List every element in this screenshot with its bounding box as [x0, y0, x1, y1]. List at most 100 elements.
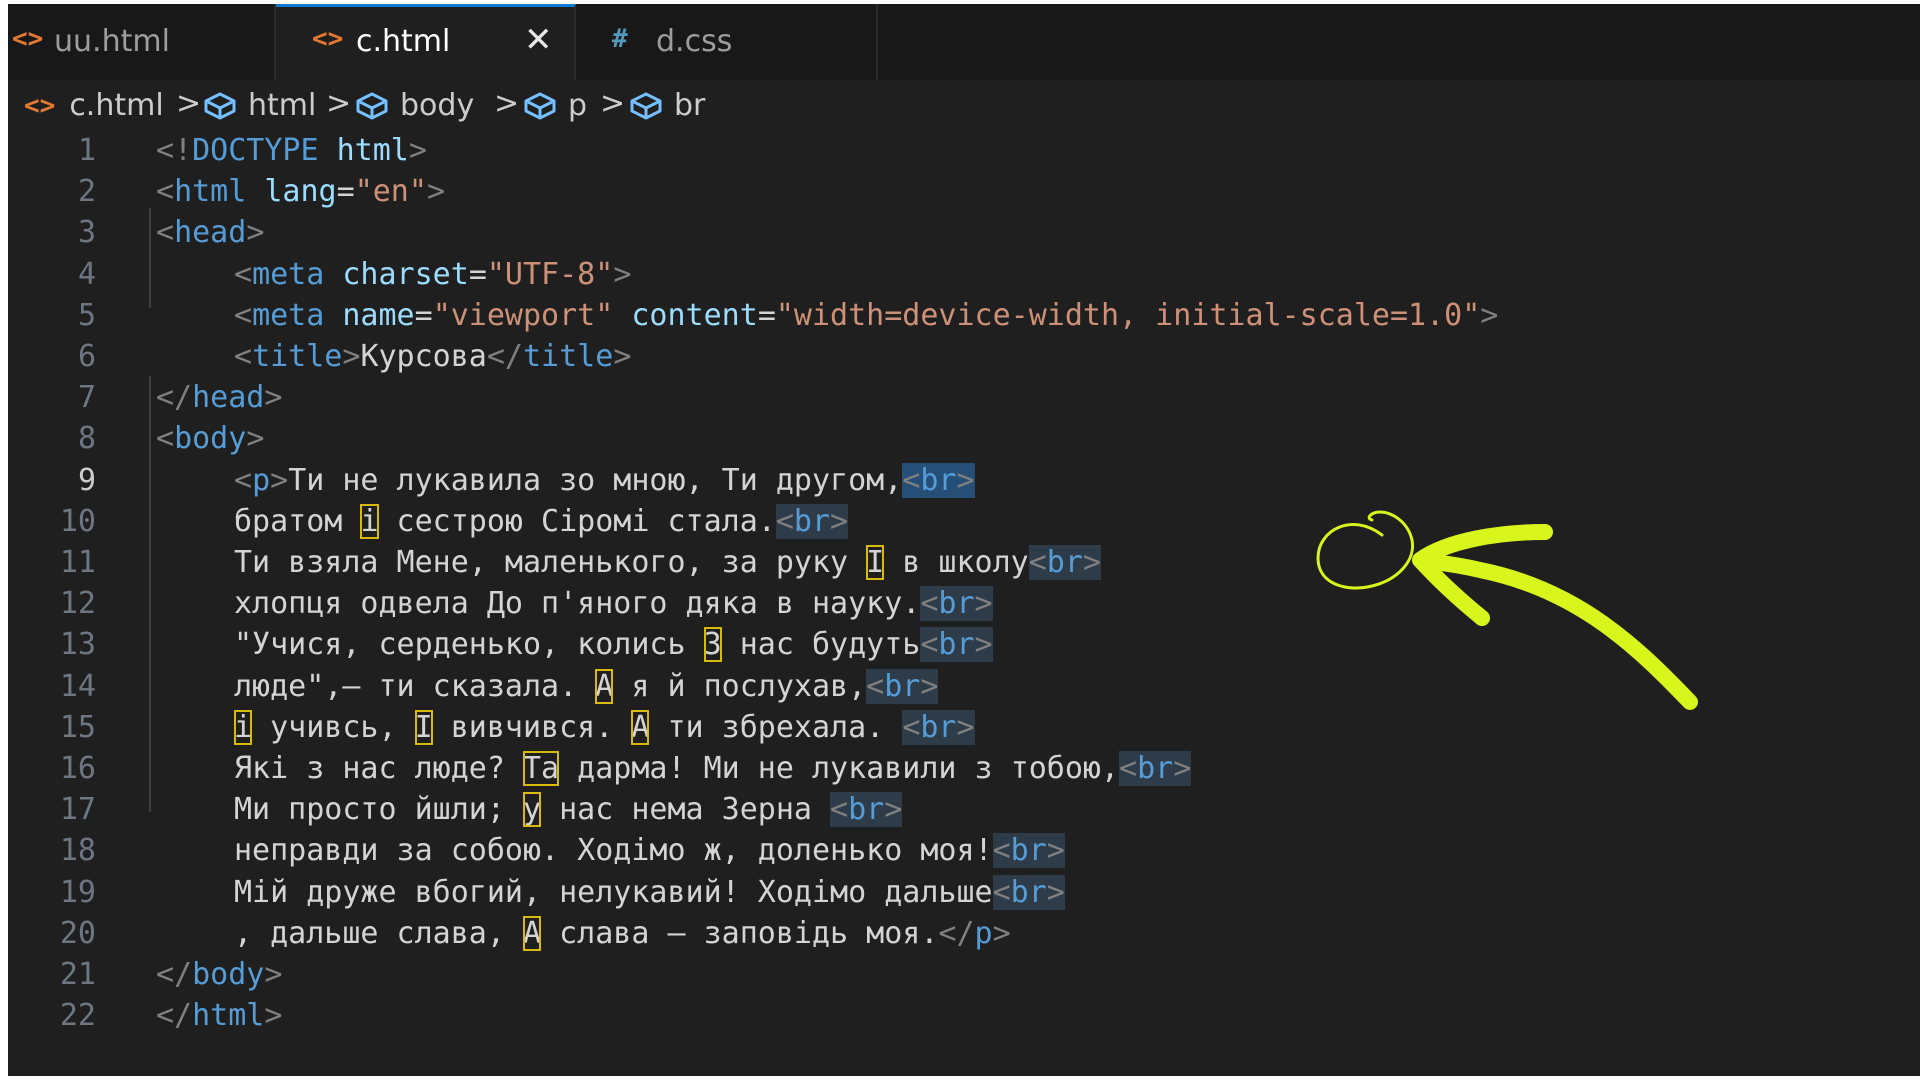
code-token: Ти взяла Мене, маленького, за руку [234, 545, 867, 580]
breadcrumb-separator: > [326, 86, 352, 121]
code-text: </body> [156, 954, 282, 995]
code-token: дарма! Ми не лукавили з тобою, [559, 751, 1120, 786]
code-token: = [757, 297, 776, 333]
code-line[interactable]: 4 <meta charset="UTF-8"> [8, 254, 1920, 295]
code-line[interactable]: 12 хлопця одвела До п'яного дяка в науку.… [8, 583, 1920, 624]
code-token: неправди за собою. Ходімо ж, доленько мо… [234, 833, 993, 869]
code-line[interactable]: 13 "Учися, серденько, колись З нас будуть… [8, 624, 1920, 665]
code-line[interactable]: 7 </head> [8, 377, 1920, 418]
code-token: > [264, 998, 283, 1034]
element-cube-icon [356, 92, 388, 119]
code-line[interactable]: 1 <!DOCTYPE html> [8, 130, 1920, 171]
code-token: "UTF-8" [486, 256, 614, 292]
tab-c-html[interactable]: <> c.html ✕ [276, 4, 576, 80]
line-number: 4 [77, 256, 96, 292]
code-area[interactable]: 1 <!DOCTYPE html> 2 <html lang="en"> 3 <head>… [8, 130, 1920, 1033]
code-line[interactable]: 9 <p>Ти не лукавила зо мною, Ти другом,<b… [8, 460, 1920, 501]
breadcrumb-item-html[interactable]: html [200, 88, 316, 123]
breadcrumb-label: br [674, 88, 706, 123]
breadcrumb-item-br[interactable]: br [626, 88, 705, 123]
code-line[interactable]: 11 Ти взяла Мене, маленького, за руку І в… [8, 542, 1920, 583]
code-line[interactable]: 3 <head> [8, 212, 1920, 253]
line-number: 21 [59, 957, 96, 992]
close-tab-icon[interactable]: ✕ [524, 20, 553, 60]
code-line[interactable]: 2 <html lang="en"> [8, 171, 1920, 212]
tab-d-css[interactable]: # d.css [576, 4, 878, 80]
code-token: > [1480, 297, 1499, 333]
code-token: "en" [354, 174, 427, 210]
code-line[interactable]: 10 братом і сестрою Сіромі стала.<br> [8, 501, 1920, 542]
code-token: Ти не лукавила зо мною, Ти другом, [288, 462, 903, 498]
line-number: 1 [77, 133, 96, 168]
code-token: "width=device-width, initial-scale=1.0" [775, 297, 1481, 333]
code-token: Курсова [360, 339, 487, 374]
code-token: > [426, 174, 445, 210]
code-text: люде",— ти сказала. А я й послухав,<br> [234, 666, 939, 707]
code-token: = [468, 256, 487, 292]
line-number: 16 [59, 751, 96, 786]
br-tag-token: <br> [920, 586, 993, 622]
breadcrumb-item-body[interactable]: body [352, 88, 474, 123]
code-token: в школу [884, 545, 1029, 580]
code-token: вивчився. [432, 709, 632, 745]
code-token: "Учися, серденько, колись [234, 627, 704, 663]
code-line[interactable]: 20 , дальше слава, А слава — заповідь моя… [8, 913, 1920, 954]
code-token: > [264, 380, 283, 416]
ambiguous-char-highlight: і [234, 709, 253, 745]
code-token: нас нема Зерна [541, 792, 831, 828]
ambiguous-char-highlight: І [414, 709, 433, 745]
breadcrumb-item-p[interactable]: p [520, 88, 587, 123]
code-line[interactable]: 8 <body> [8, 418, 1920, 459]
tab-uu-html[interactable]: <> uu.html [8, 4, 276, 80]
code-text: Які з нас люде? Та дарма! Ми не лукавили… [234, 748, 1192, 789]
line-number: 22 [59, 998, 96, 1034]
code-token: нас будуть [721, 627, 921, 663]
code-line[interactable]: 22 </html> [8, 995, 1920, 1036]
code-token: body [192, 957, 265, 992]
code-token: > [613, 256, 632, 292]
code-token: lang [264, 174, 337, 210]
breadcrumb-item-c-html[interactable]: <> c.html [24, 88, 164, 123]
ambiguous-char-highlight: у [522, 792, 542, 828]
code-text: <p>Ти не лукавила зо мною, Ти другом,<br… [234, 460, 975, 501]
line-number: 19 [59, 874, 96, 910]
code-token: ти збрехала. [649, 709, 903, 745]
code-line[interactable]: 15 і учивсь, І вивчився. А ти збрехала. <… [8, 707, 1920, 748]
code-token: < [234, 256, 253, 292]
code-token: </ [938, 915, 975, 951]
code-line[interactable]: 17 Ми просто йшли; у нас нема Зерна <br> [8, 789, 1920, 830]
code-token: meta [252, 297, 325, 333]
breadcrumb: <> c.html > html > body > p > br [8, 80, 1920, 130]
code-token: учивсь, [252, 709, 415, 745]
ambiguous-char-highlight: і [360, 503, 379, 539]
code-line[interactable]: 16 Які з нас люде? Та дарма! Ми не лукави… [8, 748, 1920, 789]
code-token: > [613, 339, 632, 374]
line-number: 3 [77, 215, 96, 251]
code-text: <title>Курсова</title> [234, 336, 631, 377]
tab-label: c.html [356, 24, 451, 59]
code-line[interactable]: 21 </body> [8, 954, 1920, 995]
code-token: name [342, 297, 415, 333]
code-text: <body> [156, 418, 264, 459]
element-cube-icon [524, 92, 556, 119]
line-number: 13 [59, 627, 96, 663]
code-token: "viewport" [432, 297, 614, 333]
code-token: content [631, 297, 758, 333]
code-token: , дальше слава, [234, 915, 523, 951]
code-line[interactable]: 19 Мій друже вбогий, нелукавий! Ходімо да… [8, 872, 1920, 913]
code-line[interactable]: 5 <meta name="viewport" content="width=de… [8, 295, 1920, 336]
code-token: <! [156, 133, 193, 168]
breadcrumb-label: body [400, 88, 475, 123]
code-line[interactable]: 14 люде",— ти сказала. А я й послухав,<br… [8, 666, 1920, 707]
br-tag-token: <br> [902, 462, 975, 498]
br-tag-token: <br> [992, 833, 1065, 869]
code-token: > [342, 339, 361, 374]
code-text: </html> [156, 995, 282, 1036]
code-line[interactable]: 6 <title>Курсова</title> [8, 336, 1920, 377]
code-line[interactable]: 18 неправди за собою. Ходімо ж, доленько … [8, 830, 1920, 871]
line-number: 14 [59, 668, 96, 704]
code-token: хлопця одвела До п'яного дяка в науку. [234, 586, 921, 622]
